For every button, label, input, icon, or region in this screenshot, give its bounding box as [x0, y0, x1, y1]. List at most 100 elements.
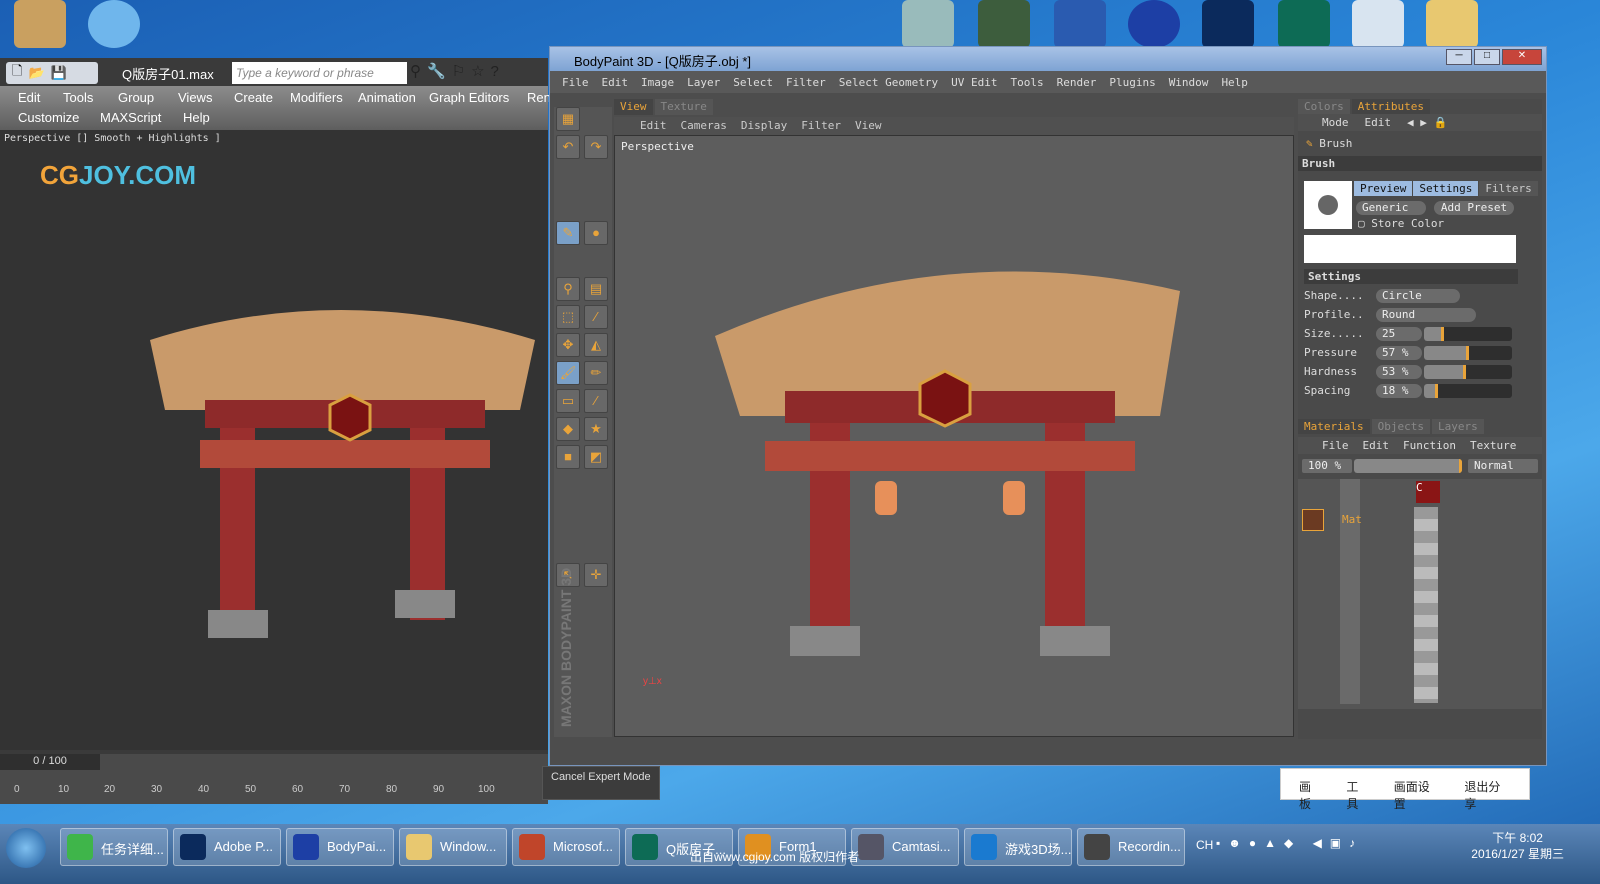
menu-layer[interactable]: Layer — [687, 76, 720, 89]
redo-tool[interactable]: ↷ — [584, 135, 608, 159]
tab-colors[interactable]: Colors — [1298, 99, 1350, 114]
star-tool[interactable]: ★ — [584, 417, 608, 441]
color-tool[interactable]: ◩ — [584, 445, 608, 469]
language-indicator[interactable]: CH — [1196, 838, 1213, 852]
cancel-expert-mode-button[interactable]: Cancel Expert Mode — [542, 766, 660, 800]
layout-tool[interactable]: ▦ — [556, 107, 580, 131]
menu-window[interactable]: Window — [1169, 76, 1209, 89]
taskbar-item[interactable]: Recordin... — [1077, 828, 1185, 866]
tab-settings[interactable]: Settings — [1413, 181, 1479, 196]
setting-value[interactable]: Round — [1376, 308, 1476, 322]
move-axis-tool[interactable]: ✛ — [584, 563, 608, 587]
material-thumbnail[interactable] — [1302, 509, 1324, 531]
preset-dropdown[interactable]: Generic — [1356, 201, 1426, 215]
sphere-tool[interactable]: ● — [584, 221, 608, 245]
view-menu-display[interactable]: Display — [741, 119, 787, 133]
timeline[interactable]: 0 / 100 0 10 20 30 40 50 60 70 80 90 100 — [0, 754, 548, 804]
setting-value[interactable]: 57 % — [1376, 346, 1422, 360]
desktop-icon-globe[interactable] — [1128, 0, 1180, 48]
new-file-icon[interactable]: 🗋 — [12, 62, 22, 84]
quick-access-toolbar[interactable]: 🗋 📂 💾 — [6, 62, 98, 84]
menu-uv-edit[interactable]: UV Edit — [951, 76, 997, 89]
menu-render[interactable]: Render — [1057, 76, 1097, 89]
menu-rendering[interactable]: Ren — [527, 90, 551, 105]
gradient-tool[interactable]: ■ — [556, 445, 580, 469]
start-button[interactable] — [6, 828, 46, 868]
share-screen-settings[interactable]: 画面设置 — [1394, 778, 1441, 811]
infocenter-icons[interactable]: ⚲🔧⚐☆? — [410, 62, 505, 80]
search-input[interactable]: Type a keyword or phrase — [232, 62, 407, 84]
menu-filter[interactable]: Filter — [786, 76, 826, 89]
desktop-icon-app[interactable] — [1278, 0, 1330, 48]
maximize-button[interactable]: □ — [1474, 49, 1500, 65]
eraser-tool[interactable]: ▭ — [556, 389, 580, 413]
mat-menu-edit[interactable]: Edit — [1363, 439, 1390, 452]
menu-modifiers[interactable]: Modifiers — [290, 90, 343, 105]
perspective-viewport[interactable]: Perspective [] Smooth + Highlights ] CGJ… — [0, 130, 548, 750]
open-folder-icon[interactable]: 📂 — [28, 65, 44, 81]
desktop-icon-photoshop[interactable] — [1202, 0, 1254, 48]
mat-menu-file[interactable]: File — [1322, 439, 1349, 452]
setting-slider[interactable] — [1424, 365, 1512, 379]
move-tool[interactable]: ✥ — [556, 333, 580, 357]
mat-menu-texture[interactable]: Texture — [1470, 439, 1516, 452]
tab-objects[interactable]: Objects — [1371, 419, 1430, 434]
menu-group[interactable]: Group — [118, 90, 154, 105]
material-name[interactable]: Mat — [1342, 513, 1362, 526]
desktop-icon-qq[interactable] — [88, 0, 140, 48]
nav-arrows-icon[interactable]: ◀ ▶ 🔒 — [1407, 116, 1447, 129]
menu-views[interactable]: Views — [178, 90, 212, 105]
setting-slider[interactable] — [1424, 346, 1512, 360]
taskbar-item[interactable]: Camtasi... — [851, 828, 959, 866]
frame-counter[interactable]: 0 / 100 — [0, 754, 100, 770]
taskbar-item[interactable]: BodyPai... — [286, 828, 394, 866]
tab-filters[interactable]: Filters — [1479, 181, 1538, 196]
menu-file[interactable]: File — [562, 76, 589, 89]
pencil-tool[interactable]: ✏ — [584, 361, 608, 385]
tab-attributes[interactable]: Attributes — [1351, 99, 1430, 114]
setting-slider[interactable] — [1424, 384, 1512, 398]
desktop-icon-terminal[interactable] — [978, 0, 1030, 48]
opacity-slider[interactable] — [1354, 459, 1462, 473]
view-menu-filter[interactable]: Filter — [801, 119, 841, 133]
desktop-icon-computer[interactable] — [902, 0, 954, 48]
taskbar-item[interactable]: Adobe P... — [173, 828, 281, 866]
desktop-icon-user[interactable] — [14, 0, 66, 48]
store-color-checkbox[interactable]: ▢ Store Color — [1358, 217, 1444, 230]
tab-materials[interactable]: Materials — [1298, 419, 1370, 434]
setting-slider[interactable] — [1424, 327, 1512, 341]
clapper-tool[interactable]: ▤ — [584, 277, 608, 301]
taskbar-item[interactable]: 任务详细... — [60, 828, 168, 866]
magnify-tool[interactable]: ⚲ — [556, 277, 580, 301]
bodypaint-viewport[interactable]: Perspective y⊥x — [614, 135, 1294, 737]
tab-preview[interactable]: Preview — [1354, 181, 1413, 196]
view-menu-edit[interactable]: Edit — [640, 119, 667, 133]
menu-graph-editors[interactable]: Graph Editors — [429, 90, 509, 105]
tray-icons[interactable]: ▪☻●▲◆ ◀▣♪ — [1216, 836, 1363, 850]
undo-tool[interactable]: ↶ — [556, 135, 580, 159]
attr-menu-mode[interactable]: Mode — [1322, 116, 1349, 129]
menu-plugins[interactable]: Plugins — [1109, 76, 1155, 89]
menu-edit[interactable]: Edit — [18, 90, 40, 105]
view-menu-view[interactable]: View — [855, 119, 882, 133]
menu-select[interactable]: Select — [733, 76, 773, 89]
setting-value[interactable]: 53 % — [1376, 365, 1422, 379]
clock[interactable]: 下午 8:02 2016/1/27 星期三 — [1471, 830, 1564, 862]
menu-edit[interactable]: Edit — [602, 76, 629, 89]
tab-texture[interactable]: Texture — [654, 99, 713, 115]
mat-menu-function[interactable]: Function — [1403, 439, 1456, 452]
transform-tool[interactable]: ◭ — [584, 333, 608, 357]
tab-layers[interactable]: Layers — [1431, 419, 1484, 434]
eyedropper-tool[interactable]: ⁄ — [584, 389, 608, 413]
layer-list[interactable]: Mat C — [1298, 479, 1542, 709]
menu-maxscript[interactable]: MAXScript — [100, 110, 161, 125]
menu-customize[interactable]: Customize — [18, 110, 79, 125]
menu-help[interactable]: Help — [183, 110, 210, 125]
save-icon[interactable]: 💾 — [51, 65, 67, 81]
taskbar-item[interactable]: Window... — [399, 828, 507, 866]
minimize-button[interactable]: ─ — [1446, 49, 1472, 65]
desktop-icon-document[interactable] — [1352, 0, 1404, 48]
share-exit[interactable]: 退出分享 — [1464, 778, 1511, 811]
layer-thumbnails[interactable] — [1414, 507, 1438, 703]
layer-c[interactable]: C — [1416, 481, 1440, 503]
